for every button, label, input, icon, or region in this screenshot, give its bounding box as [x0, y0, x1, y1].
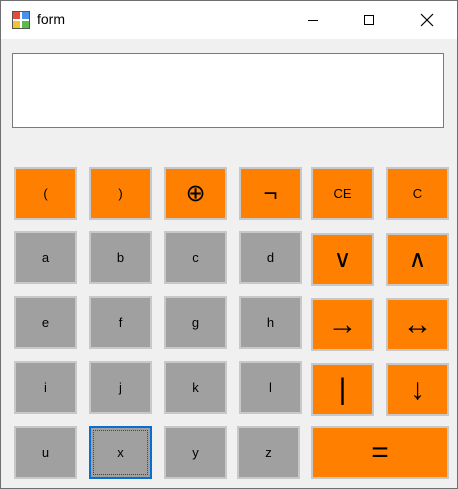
var-j-label: j: [119, 380, 122, 395]
not-button[interactable]: ¬: [239, 167, 302, 220]
nor-button[interactable]: ↓: [386, 363, 449, 416]
var-g-button[interactable]: g: [164, 296, 227, 349]
left-paren-button[interactable]: (: [14, 167, 77, 220]
var-z-button[interactable]: z: [237, 426, 300, 479]
close-icon: [420, 13, 434, 27]
clear-entry-label: CE: [333, 186, 352, 201]
var-c-label: c: [192, 250, 199, 265]
var-k-button[interactable]: k: [164, 361, 227, 414]
and-button[interactable]: ∧: [386, 233, 449, 286]
var-l-label: l: [269, 380, 272, 395]
var-b-button[interactable]: b: [89, 231, 152, 284]
right-paren-label: ): [118, 186, 123, 201]
var-e-button[interactable]: e: [14, 296, 77, 349]
var-c-button[interactable]: c: [164, 231, 227, 284]
var-l-button[interactable]: l: [239, 361, 302, 414]
title-bar: form: [1, 1, 457, 39]
nand-label: |: [338, 372, 347, 406]
maximize-icon: [364, 15, 374, 25]
left-paren-label: (: [43, 186, 48, 201]
var-f-label: f: [118, 315, 123, 330]
var-h-button[interactable]: h: [239, 296, 302, 349]
implies-button[interactable]: →: [311, 298, 374, 351]
var-x-button[interactable]: x: [89, 426, 152, 479]
var-i-label: i: [44, 380, 47, 395]
not-label: ¬: [263, 179, 278, 207]
clear-entry-button[interactable]: CE: [311, 167, 374, 220]
and-label: ∧: [408, 246, 427, 273]
clear-button[interactable]: C: [386, 167, 449, 220]
right-paren-button[interactable]: ): [89, 167, 152, 220]
var-e-label: e: [41, 315, 50, 330]
var-k-label: k: [192, 380, 199, 395]
equals-button[interactable]: =: [311, 426, 449, 479]
window-title: form: [37, 11, 65, 27]
expression-display[interactable]: [12, 53, 444, 128]
var-u-button[interactable]: u: [14, 426, 77, 479]
var-y-label: y: [192, 445, 199, 460]
iff-button[interactable]: ↔: [386, 298, 449, 351]
xor-label: ⊕: [185, 180, 206, 207]
var-a-button[interactable]: a: [14, 231, 77, 284]
var-j-button[interactable]: j: [89, 361, 152, 414]
var-g-label: g: [191, 315, 200, 330]
var-d-button[interactable]: d: [239, 231, 302, 284]
implies-label: →: [327, 307, 358, 341]
clear-label: C: [412, 186, 423, 201]
xor-button[interactable]: ⊕: [164, 167, 227, 220]
app-icon: [12, 11, 30, 29]
or-label: ∨: [333, 246, 352, 273]
nand-button[interactable]: |: [311, 363, 374, 416]
var-f-button[interactable]: f: [89, 296, 152, 349]
var-z-label: z: [265, 445, 272, 460]
var-b-label: b: [116, 250, 125, 265]
app-window: form ( ) ⊕ ¬ CE C a b c d ∨ ∧ e f g h → …: [0, 0, 458, 489]
var-a-label: a: [41, 250, 50, 265]
minimize-icon: [308, 20, 318, 21]
var-u-label: u: [41, 445, 50, 460]
equals-label: =: [371, 435, 389, 469]
maximize-button[interactable]: [341, 1, 397, 39]
minimize-button[interactable]: [285, 1, 341, 39]
var-y-button[interactable]: y: [164, 426, 227, 479]
close-button[interactable]: [399, 1, 455, 39]
var-d-label: d: [266, 250, 275, 265]
nor-label: ↓: [410, 372, 425, 406]
var-x-label: x: [117, 445, 124, 460]
focus-ring: [93, 430, 148, 475]
var-h-label: h: [266, 315, 275, 330]
or-button[interactable]: ∨: [311, 233, 374, 286]
iff-label: ↔: [402, 307, 433, 341]
var-i-button[interactable]: i: [14, 361, 77, 414]
